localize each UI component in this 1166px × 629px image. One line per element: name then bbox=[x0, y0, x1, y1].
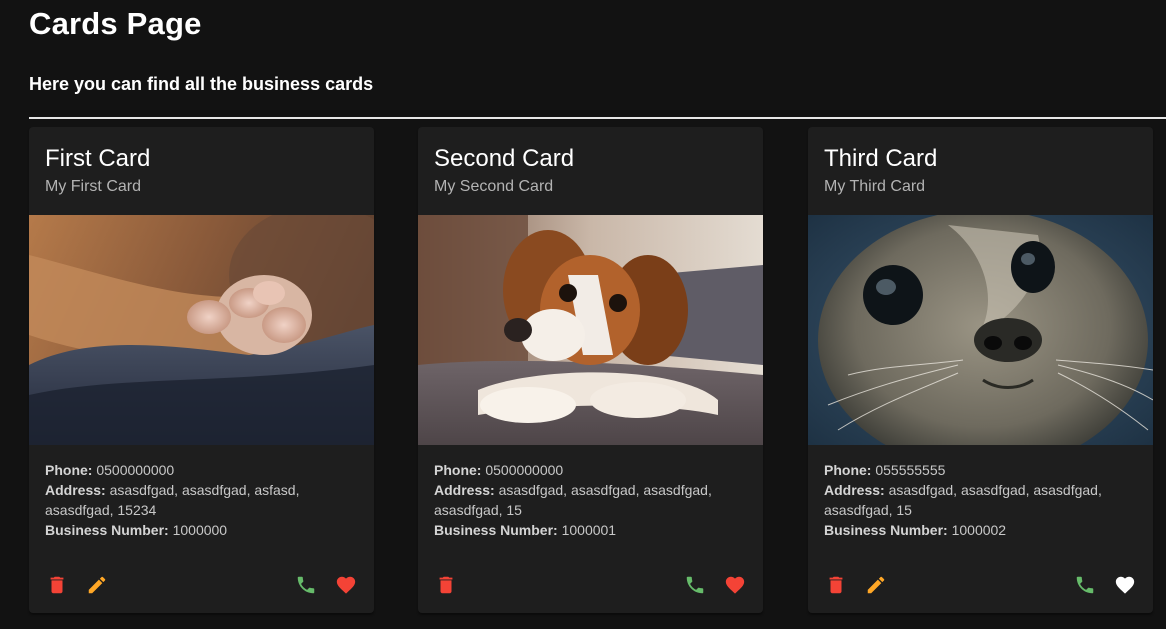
business-number-value: 1000002 bbox=[951, 522, 1007, 538]
phone-line: Phone: 0500000000 bbox=[434, 460, 734, 480]
card-title: Second Card bbox=[434, 145, 575, 172]
business-number-line: Business Number: 1000000 bbox=[45, 520, 345, 540]
divider bbox=[29, 117, 1166, 119]
call-button[interactable] bbox=[288, 567, 324, 603]
phone-label: Phone: bbox=[824, 462, 872, 478]
delete-icon bbox=[439, 576, 453, 594]
edit-icon bbox=[867, 576, 885, 594]
card-subtitle: My Second Card bbox=[434, 178, 554, 195]
business-number-value: 1000000 bbox=[172, 522, 228, 538]
card-header: First Card My First Card bbox=[29, 127, 374, 215]
heart-icon bbox=[1115, 576, 1135, 594]
card-actions bbox=[418, 567, 763, 603]
phone-icon bbox=[297, 576, 315, 594]
business-number-label: Business Number: bbox=[824, 522, 948, 538]
business-number-label: Business Number: bbox=[434, 522, 558, 538]
card-list: First Card My First Card Phone: 05000000… bbox=[29, 127, 1153, 613]
address-line: Address: asasdfgad, asasdfgad, asfasd, a… bbox=[45, 480, 345, 520]
edit-button[interactable] bbox=[79, 567, 115, 603]
favorite-button[interactable] bbox=[1107, 567, 1143, 603]
cat-paw-image[interactable] bbox=[29, 215, 374, 445]
address-label: Address: bbox=[824, 482, 885, 498]
business-number-line: Business Number: 1000002 bbox=[824, 520, 1124, 540]
page-title: Cards Page bbox=[29, 6, 202, 41]
phone-value: 055555555 bbox=[875, 462, 946, 478]
address-label: Address: bbox=[434, 482, 495, 498]
card-title: First Card bbox=[45, 145, 151, 172]
call-button[interactable] bbox=[1067, 567, 1103, 603]
call-button[interactable] bbox=[677, 567, 713, 603]
card-info: Phone: 055555555 Address: asasdfgad, asa… bbox=[824, 460, 1124, 540]
card-actions bbox=[808, 567, 1153, 603]
business-number-label: Business Number: bbox=[45, 522, 169, 538]
edit-button[interactable] bbox=[858, 567, 894, 603]
card-header: Second Card My Second Card bbox=[418, 127, 763, 215]
phone-icon bbox=[686, 576, 704, 594]
business-card-second: Second Card My Second Card Phone: 050000… bbox=[418, 127, 763, 613]
phone-line: Phone: 055555555 bbox=[824, 460, 1124, 480]
delete-icon bbox=[50, 576, 64, 594]
favorite-button[interactable] bbox=[328, 567, 364, 603]
business-number-line: Business Number: 1000001 bbox=[434, 520, 734, 540]
phone-label: Phone: bbox=[434, 462, 482, 478]
phone-label: Phone: bbox=[45, 462, 93, 478]
delete-button[interactable] bbox=[39, 567, 75, 603]
business-card-third: Third Card My Third Card Phone: 05555555… bbox=[808, 127, 1153, 613]
phone-line: Phone: 0500000000 bbox=[45, 460, 345, 480]
heart-icon bbox=[725, 576, 745, 594]
address-label: Address: bbox=[45, 482, 106, 498]
card-actions bbox=[29, 567, 374, 603]
edit-icon bbox=[88, 576, 106, 594]
card-info: Phone: 0500000000 Address: asasdfgad, as… bbox=[45, 460, 345, 540]
favorite-button[interactable] bbox=[717, 567, 753, 603]
delete-button[interactable] bbox=[428, 567, 464, 603]
phone-value: 0500000000 bbox=[96, 462, 175, 478]
business-number-value: 1000001 bbox=[561, 522, 617, 538]
card-title: Third Card bbox=[824, 145, 938, 172]
delete-button[interactable] bbox=[818, 567, 854, 603]
phone-value: 0500000000 bbox=[485, 462, 564, 478]
card-header: Third Card My Third Card bbox=[808, 127, 1153, 215]
phone-icon bbox=[1076, 576, 1094, 594]
card-subtitle: My First Card bbox=[45, 178, 141, 195]
card-info: Phone: 0500000000 Address: asasdfgad, as… bbox=[434, 460, 734, 540]
card-subtitle: My Third Card bbox=[824, 178, 926, 195]
address-line: Address: asasdfgad, asasdfgad, asasdfgad… bbox=[434, 480, 734, 520]
business-card-first: First Card My First Card Phone: 05000000… bbox=[29, 127, 374, 613]
delete-icon bbox=[829, 576, 843, 594]
page-subtitle: Here you can find all the business cards bbox=[29, 74, 374, 94]
seal-image[interactable] bbox=[808, 215, 1153, 445]
address-line: Address: asasdfgad, asasdfgad, asasdfgad… bbox=[824, 480, 1124, 520]
heart-icon bbox=[336, 576, 356, 594]
spaniel-dog-image[interactable] bbox=[418, 215, 763, 445]
cards-page: Cards Page Here you can find all the bus… bbox=[0, 0, 1166, 629]
